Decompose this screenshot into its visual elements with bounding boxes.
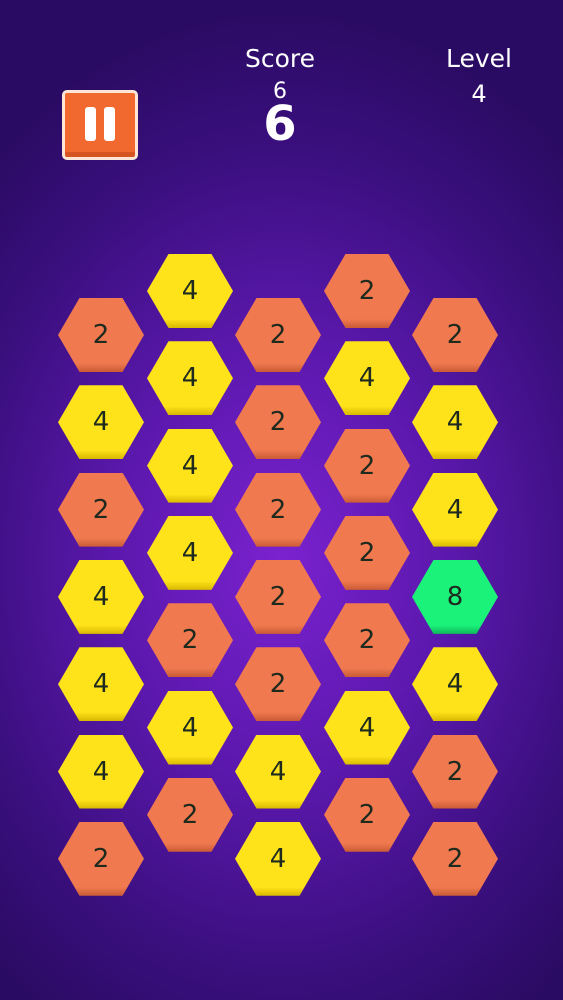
hex-tile-value: 2 xyxy=(269,669,287,700)
hex-tile-value: 2 xyxy=(269,407,287,438)
hex-tile[interactable]: 4 xyxy=(412,647,498,722)
hex-tile-value: 2 xyxy=(446,320,464,350)
hex-tile-value: 4 xyxy=(446,407,464,438)
hex-tile-value: 4 xyxy=(269,843,287,874)
hex-tile[interactable]: 4 xyxy=(147,515,233,590)
hex-tile[interactable]: 2 xyxy=(147,603,233,678)
hex-tile-value: 2 xyxy=(181,625,199,656)
hex-tile[interactable]: 2 xyxy=(324,428,410,503)
hex-tile[interactable]: 2 xyxy=(58,298,144,372)
hex-tile[interactable]: 2 xyxy=(147,777,233,852)
hex-tile-value: 2 xyxy=(269,320,287,350)
hex-tile-value: 4 xyxy=(446,669,464,700)
hex-tile-value: 4 xyxy=(181,276,199,306)
hex-tile[interactable]: 4 xyxy=(147,428,233,503)
hex-tile[interactable]: 4 xyxy=(412,385,498,460)
hex-tile[interactable]: 2 xyxy=(58,472,144,547)
score-value: 6 xyxy=(263,96,297,152)
hex-tile[interactable]: 4 xyxy=(58,385,144,460)
hex-tile-value: 2 xyxy=(358,625,376,656)
hex-tile-value: 2 xyxy=(92,494,110,525)
hex-tile[interactable]: 8 xyxy=(412,559,498,634)
pause-button[interactable] xyxy=(62,90,138,160)
hex-tile[interactable]: 4 xyxy=(147,341,233,416)
hex-tile[interactable]: 2 xyxy=(324,515,410,590)
hex-tile-value: 4 xyxy=(92,756,110,787)
hex-tile-value: 2 xyxy=(269,581,287,612)
hex-tile-value: 2 xyxy=(358,276,376,306)
hex-tile-value: 2 xyxy=(269,494,287,525)
hex-tile[interactable]: 4 xyxy=(58,734,144,809)
hex-tile[interactable]: 2 xyxy=(324,777,410,852)
hex-tile-value: 4 xyxy=(358,712,376,743)
hex-tile[interactable]: 2 xyxy=(412,821,498,896)
hex-tile-value: 2 xyxy=(92,320,110,350)
hex-tile[interactable]: 2 xyxy=(412,298,498,372)
hex-tile[interactable]: 4 xyxy=(58,647,144,722)
hex-tile[interactable]: 4 xyxy=(147,254,233,328)
score-label: Score xyxy=(244,44,316,73)
hex-tile-value: 4 xyxy=(92,669,110,700)
hex-tile[interactable]: 4 xyxy=(147,690,233,765)
hex-tile-value: 2 xyxy=(446,843,464,874)
hex-tile-value: 8 xyxy=(446,581,464,612)
hex-tile-value: 4 xyxy=(92,581,110,612)
hex-tile[interactable]: 4 xyxy=(324,690,410,765)
hex-tile[interactable]: 4 xyxy=(235,821,321,896)
hex-tile-value: 2 xyxy=(358,450,376,481)
hex-tile[interactable]: 4 xyxy=(58,559,144,634)
hex-tile[interactable]: 2 xyxy=(235,298,321,372)
hex-tile[interactable]: 2 xyxy=(235,559,321,634)
pause-icon xyxy=(85,107,96,141)
hex-tile-value: 4 xyxy=(446,494,464,525)
hex-tile-value: 2 xyxy=(358,537,376,568)
hex-tile[interactable]: 4 xyxy=(324,341,410,416)
hex-tile[interactable]: 2 xyxy=(235,472,321,547)
hex-tile[interactable]: 4 xyxy=(235,734,321,809)
hex-tile-value: 4 xyxy=(181,537,199,568)
hex-tile-value: 2 xyxy=(92,843,110,874)
hex-tile[interactable]: 2 xyxy=(324,603,410,678)
hex-tile-value: 2 xyxy=(358,799,376,830)
hex-tile[interactable]: 2 xyxy=(58,821,144,896)
hex-tile[interactable]: 2 xyxy=(235,647,321,722)
hex-tile-value: 4 xyxy=(181,450,199,481)
level-label: Level xyxy=(446,44,512,73)
hex-tile-value: 2 xyxy=(446,756,464,787)
hex-tile-value: 4 xyxy=(92,407,110,438)
hex-tile[interactable]: 2 xyxy=(412,734,498,809)
hex-tile-value: 4 xyxy=(181,712,199,743)
hex-tile-value: 4 xyxy=(269,756,287,787)
hex-tile-value: 4 xyxy=(181,363,199,394)
hex-tile[interactable]: 2 xyxy=(324,254,410,328)
hex-tile[interactable]: 2 xyxy=(235,385,321,460)
hex-tile-value: 4 xyxy=(358,363,376,394)
level-value: 4 xyxy=(471,80,487,108)
hex-tile[interactable]: 4 xyxy=(412,472,498,547)
hex-tile-value: 2 xyxy=(181,799,199,830)
